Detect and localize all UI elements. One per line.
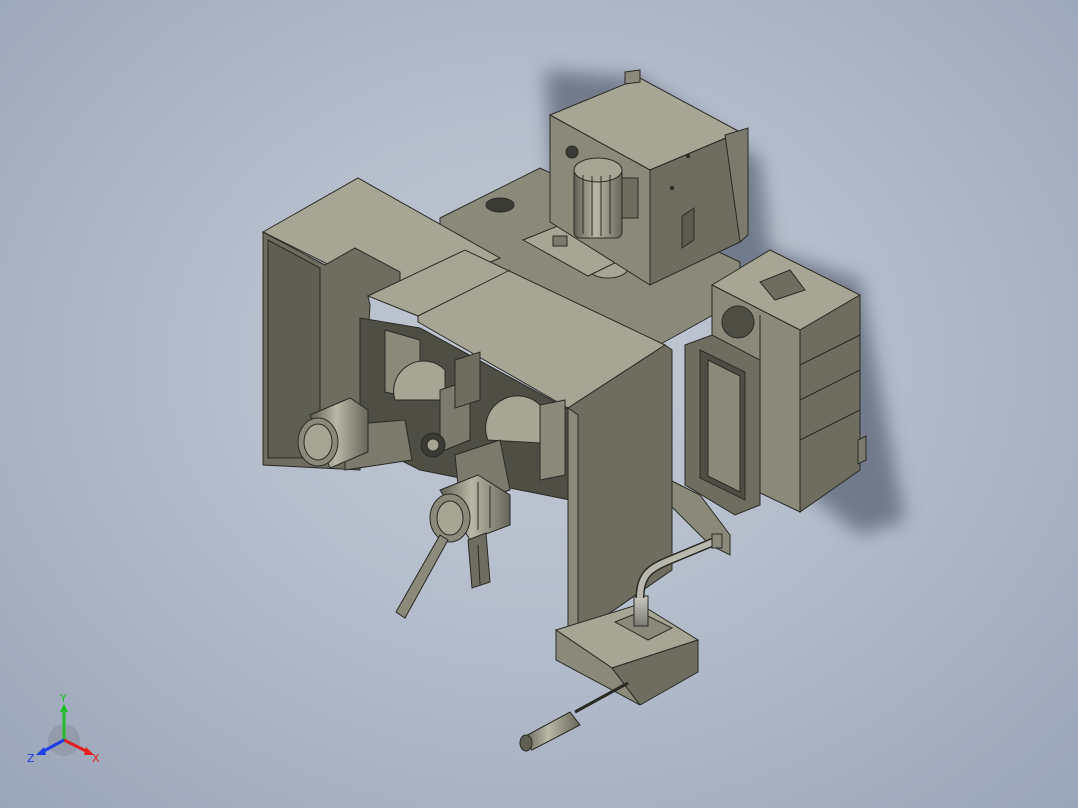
machine-assembly-3d-model[interactable] [0,0,1078,808]
y-axis-arrowhead [60,704,68,712]
right-cabinet-door [684,334,761,516]
cad-graphics-viewport[interactable]: Y X Z [0,0,1078,808]
axis-triad: Y X Z [27,692,100,765]
z-axis-arrowhead [36,747,46,755]
adjustment-handle [519,681,629,752]
z-axis-label: Z [27,752,35,765]
y-axis-label: Y [59,692,67,705]
x-axis-label: X [92,752,100,765]
slide-rail [395,532,491,619]
